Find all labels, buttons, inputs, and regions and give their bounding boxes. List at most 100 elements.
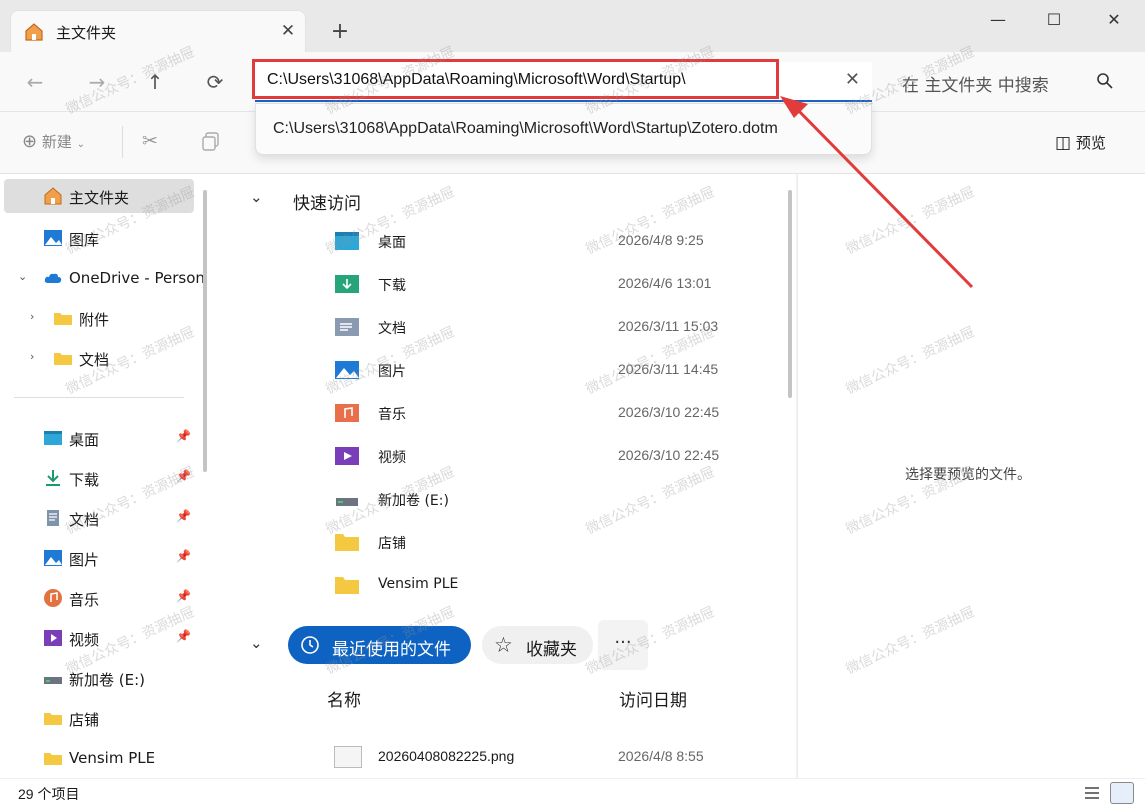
chevron-down-icon[interactable]: ⌄ <box>250 634 263 652</box>
file-name: 20260408082225.png <box>378 748 515 764</box>
preview-pane-icon: ◫ <box>1055 133 1072 153</box>
tab-close-button[interactable]: ✕ <box>277 19 299 43</box>
minimize-button[interactable]: — <box>975 6 1021 36</box>
quick-access-item[interactable]: 店铺 <box>332 522 782 562</box>
pictures-icon <box>44 550 62 566</box>
preview-pane: 选择要预览的文件。 <box>797 174 1145 778</box>
home-icon <box>25 23 43 41</box>
forward-button[interactable]: → <box>80 66 114 98</box>
drive-icon <box>336 498 358 506</box>
pin-icon[interactable]: 📌 <box>176 589 191 603</box>
maximize-button[interactable]: ☐ <box>1031 6 1077 36</box>
sidebar-item-pictures[interactable]: 图片 📌 <box>0 541 195 575</box>
folder-icon <box>44 753 62 765</box>
details-view-icon[interactable] <box>1083 784 1101 802</box>
chevron-down-icon[interactable]: ⌄ <box>250 188 263 206</box>
sidebar-item-music[interactable]: 音乐 📌 <box>0 581 195 615</box>
tab-recent-label: 最近使用的文件 <box>332 640 451 660</box>
back-button[interactable]: ← <box>18 66 52 98</box>
sidebar-item-vensim[interactable]: Vensim PLE <box>0 741 195 775</box>
new-tab-button[interactable]: + <box>326 18 354 46</box>
new-button[interactable]: ⊕ 新建 ⌄ <box>22 131 85 152</box>
copy-icon[interactable] <box>200 130 222 152</box>
address-suggestion-dropdown: C:\Users\31068\AppData\Roaming\Microsoft… <box>255 103 872 155</box>
sidebar-item-desktop[interactable]: 桌面 📌 <box>0 421 195 455</box>
drive-icon <box>44 677 62 684</box>
tab-favorites[interactable]: ☆ 收藏夹 <box>482 626 593 664</box>
address-highlight-box <box>252 59 779 99</box>
quick-access-item[interactable]: 文档 2026/3/11 15:03 <box>332 307 782 347</box>
search-icon[interactable] <box>1096 72 1114 90</box>
sidebar-item-shop[interactable]: 店铺 <box>0 701 195 735</box>
table-row[interactable]: 20260408082225.png 2026/4/8 8:55 <box>332 736 782 776</box>
video-icon <box>335 447 359 465</box>
sidebar-item-downloads[interactable]: 下载 📌 <box>0 461 195 495</box>
tiles-view-icon[interactable] <box>1110 782 1134 804</box>
sidebar-item-label: 下载 <box>69 471 100 489</box>
sidebar-item-documents[interactable]: 文档 📌 <box>0 501 195 535</box>
tab-home[interactable]: 主文件夹 ✕ <box>10 10 306 52</box>
refresh-button[interactable]: ⟳ <box>198 66 232 98</box>
pin-icon[interactable]: 📌 <box>176 509 191 523</box>
sidebar-item-videos[interactable]: 视频 📌 <box>0 621 195 655</box>
sidebar-item-gallery[interactable]: 图库 <box>0 221 195 255</box>
clock-icon <box>301 636 319 654</box>
pin-icon[interactable]: 📌 <box>176 629 191 643</box>
quick-access-item[interactable]: 桌面 2026/4/8 9:25 <box>332 221 782 261</box>
close-window-button[interactable]: ✕ <box>1091 6 1137 36</box>
tab-recent-files[interactable]: 最近使用的文件 <box>288 626 471 664</box>
column-header-name[interactable]: 名称 <box>327 686 361 711</box>
desktop-icon <box>335 232 359 250</box>
item-name: Vensim PLE <box>378 576 459 592</box>
clear-address-icon[interactable]: ✕ <box>845 69 860 90</box>
preview-empty-text: 选择要预览的文件。 <box>905 467 1031 483</box>
tab-title: 主文件夹 <box>56 24 117 42</box>
chevron-right-icon[interactable]: › <box>30 310 34 323</box>
sidebar-item-label: 附件 <box>79 311 110 329</box>
quick-access-item[interactable]: Vensim PLE <box>332 565 782 605</box>
sidebar-scrollbar[interactable] <box>203 190 207 472</box>
search-input[interactable]: 在 主文件夹 中搜索 <box>902 71 1049 96</box>
suggestion-item[interactable]: C:\Users\31068\AppData\Roaming\Microsoft… <box>273 120 778 138</box>
more-options-button[interactable]: ··· <box>598 620 648 670</box>
quick-access-item[interactable]: 下载 2026/4/6 13:01 <box>332 264 782 304</box>
music-icon <box>44 589 62 607</box>
chevron-right-icon[interactable]: › <box>30 350 34 363</box>
sidebar-item-onedrive[interactable]: ⌄ OneDrive - Person <box>0 261 205 295</box>
chevron-down-icon: ⌄ <box>76 139 86 150</box>
quick-access-item[interactable]: 图片 2026/3/11 14:45 <box>332 350 782 390</box>
sidebar-item-label: 视频 <box>69 631 100 649</box>
documents-icon <box>335 318 359 336</box>
item-date: 2026/4/8 9:25 <box>618 232 704 248</box>
quick-access-item[interactable]: 音乐 2026/3/10 22:45 <box>332 393 782 433</box>
item-count: 29 个项目 <box>18 786 80 802</box>
up-button[interactable]: ↑ <box>138 66 172 98</box>
status-bar: 29 个项目 <box>0 778 1145 808</box>
pin-icon[interactable]: 📌 <box>176 429 191 443</box>
pictures-icon <box>335 361 359 379</box>
star-icon: ☆ <box>494 633 513 657</box>
toolbar-divider <box>122 126 123 158</box>
pin-icon[interactable]: 📌 <box>176 469 191 483</box>
navigation-pane: 主文件夹 图库 ⌄ OneDrive - Person › 附件 › 文档 桌面… <box>0 174 212 778</box>
item-date: 2026/3/11 14:45 <box>618 361 719 377</box>
cloud-icon <box>44 273 62 283</box>
item-date: 2026/3/10 22:45 <box>618 404 720 420</box>
sidebar-item-attachments[interactable]: › 附件 <box>0 301 195 335</box>
file-date: 2026/4/8 8:55 <box>618 748 704 764</box>
sidebar-item-label: 图片 <box>69 551 100 569</box>
cut-icon[interactable]: ✂ <box>142 130 164 152</box>
quick-access-item[interactable]: 视频 2026/3/10 22:45 <box>332 436 782 476</box>
sidebar-item-drive-e[interactable]: 新加卷 (E:) <box>0 661 195 695</box>
sidebar-item-documents-folder[interactable]: › 文档 <box>0 341 195 375</box>
sidebar-item-home[interactable]: 主文件夹 <box>4 179 194 213</box>
column-header-date[interactable]: 访问日期 <box>619 686 687 711</box>
preview-button[interactable]: ◫ 预览 <box>1055 132 1106 153</box>
item-date: 2026/3/10 22:45 <box>618 447 720 463</box>
sidebar-item-label: 桌面 <box>69 431 100 449</box>
music-icon <box>335 404 359 422</box>
content-scrollbar[interactable] <box>788 190 792 398</box>
chevron-down-icon[interactable]: ⌄ <box>18 270 27 283</box>
quick-access-item[interactable]: 新加卷 (E:) <box>332 479 782 519</box>
pin-icon[interactable]: 📌 <box>176 549 191 563</box>
